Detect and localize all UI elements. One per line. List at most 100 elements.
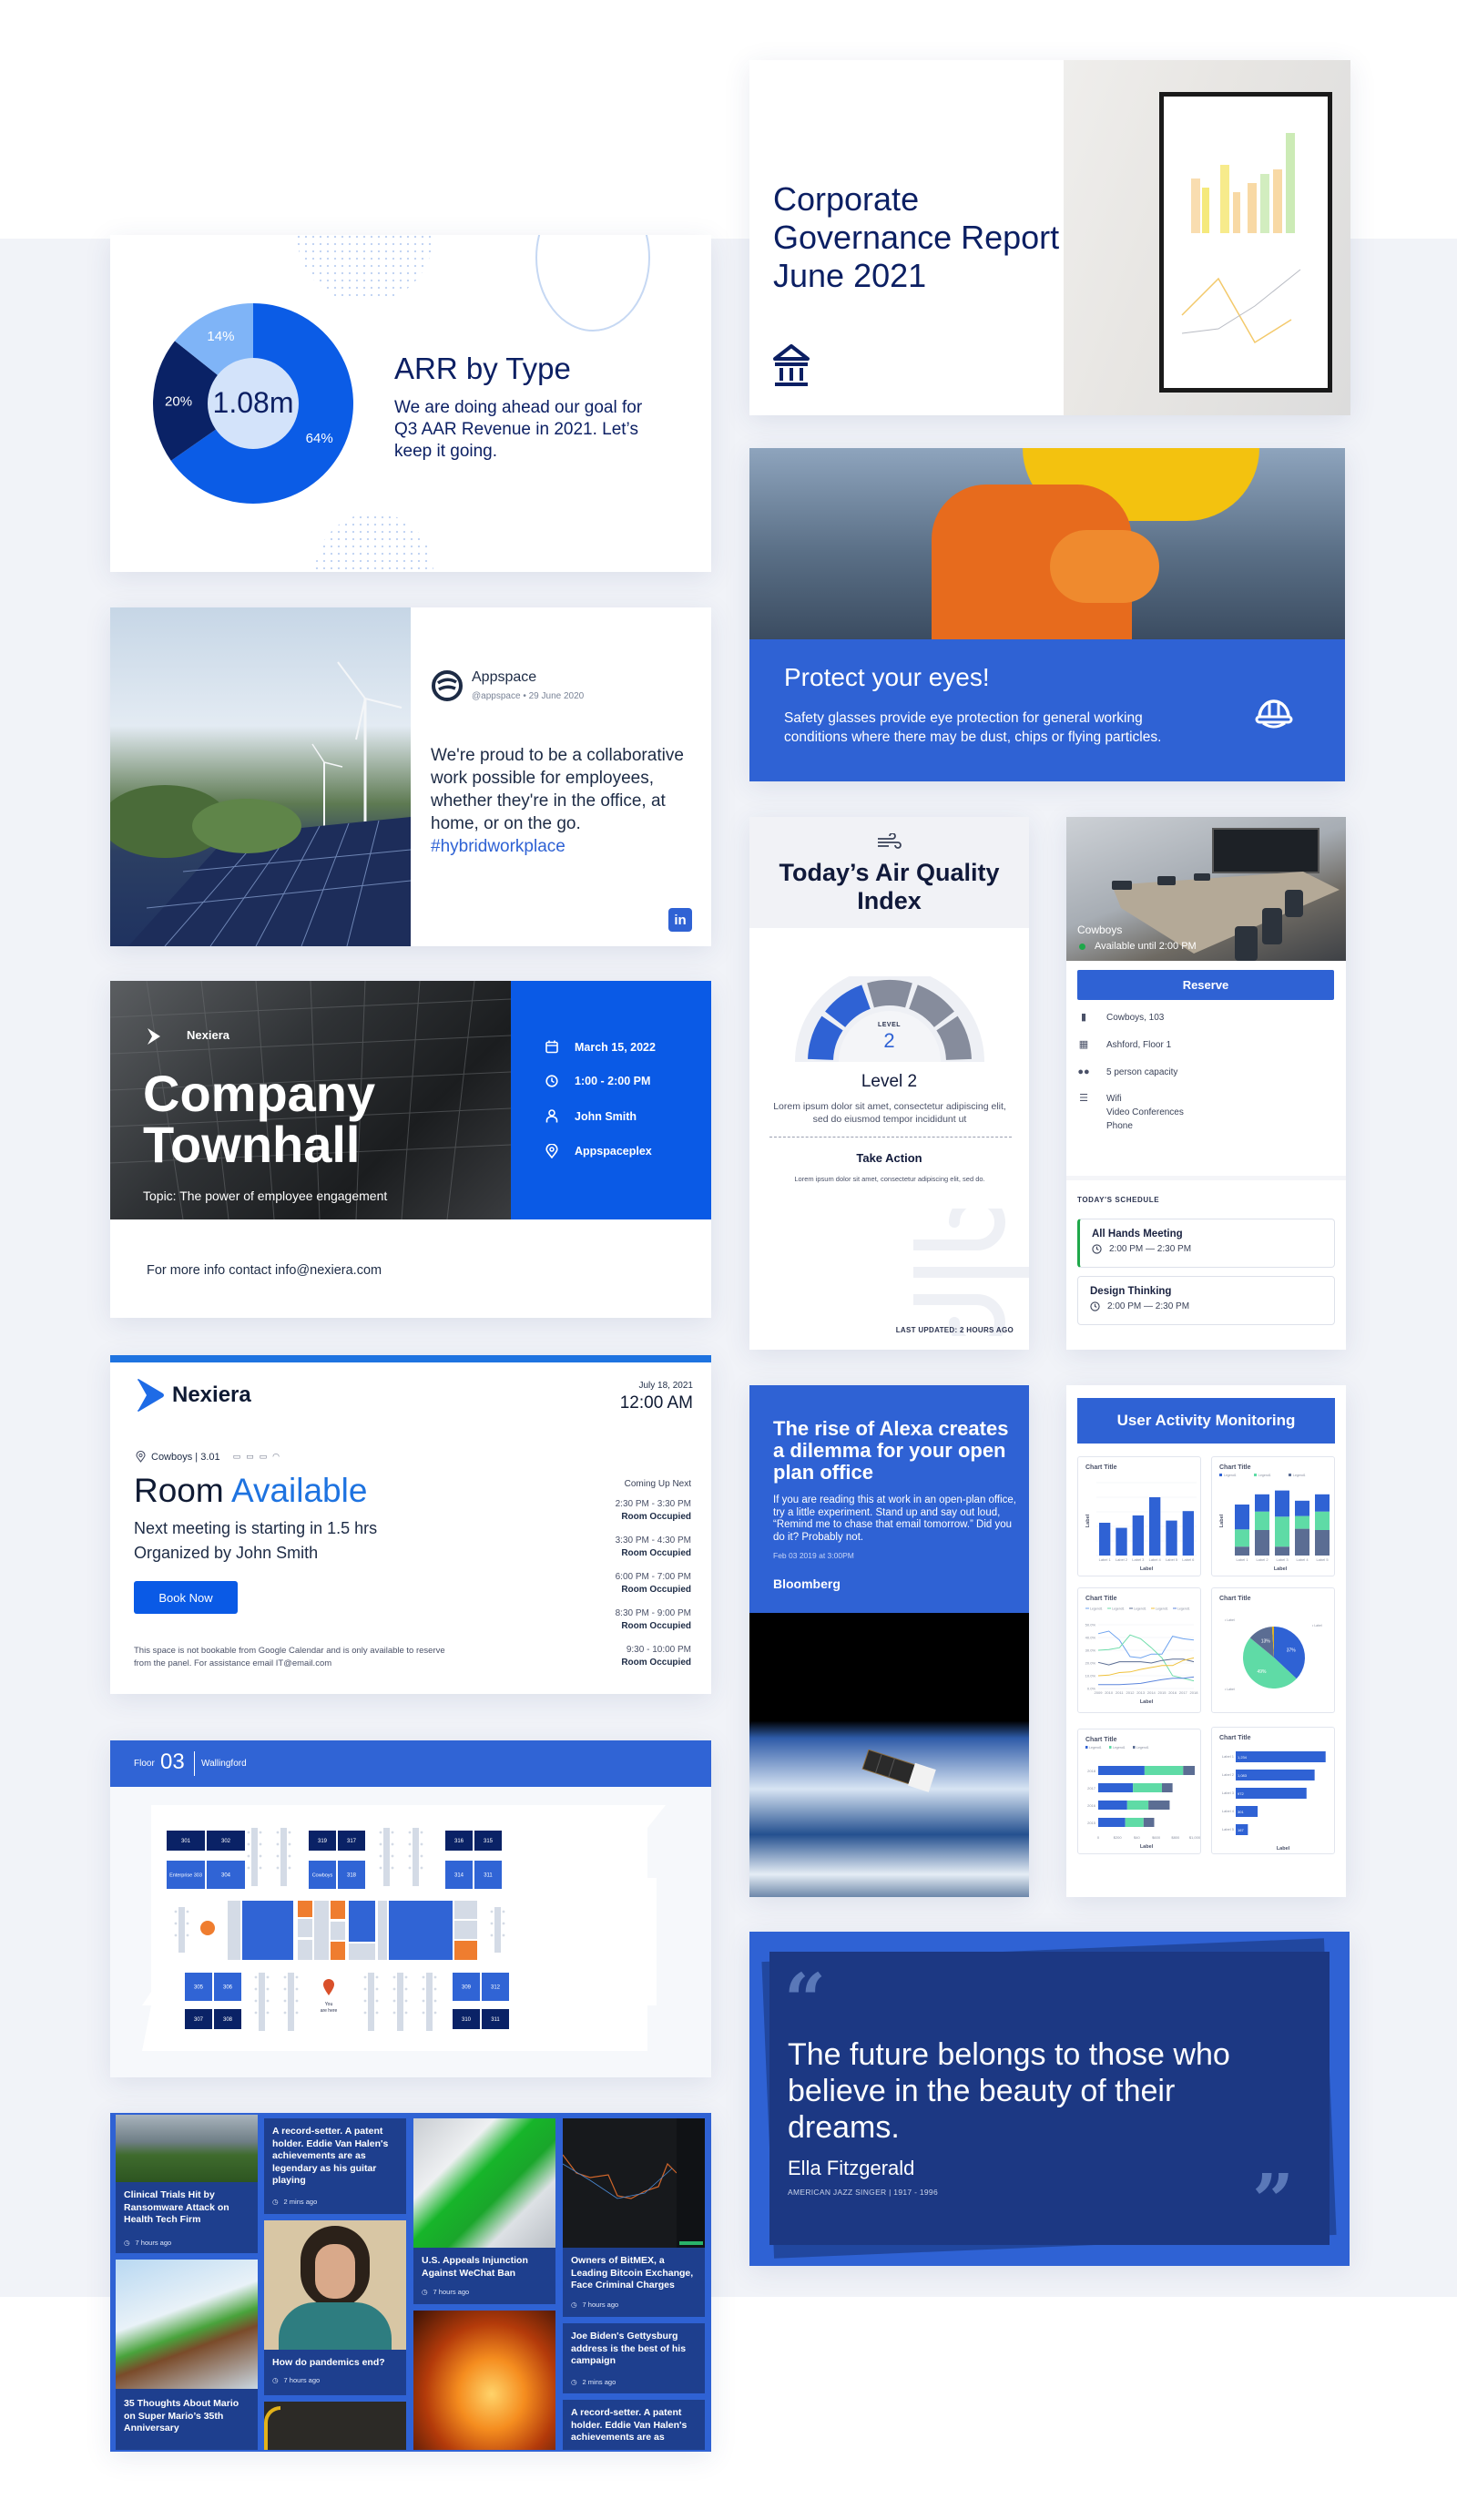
- stacked-bar-segment: [1315, 1530, 1330, 1556]
- schedule-item[interactable]: Design Thinking 2:00 PM — 2:30 PM: [1077, 1276, 1335, 1325]
- room-detail-text: Ashford, Floor 1: [1106, 1040, 1172, 1050]
- chair: [391, 1854, 394, 1858]
- news-time: 2 mins ago: [283, 2198, 318, 2206]
- chair: [283, 1987, 287, 1991]
- safety-message-card: Protect your eyes! Safety glasses provid…: [749, 448, 1345, 781]
- news-image-arch: [264, 2406, 280, 2450]
- news-item[interactable]: Owners of BitMEX, a Leading Bitcoin Exch…: [563, 2118, 705, 2317]
- axis-label: Label: [1085, 1514, 1091, 1527]
- clock-icon: [545, 1075, 558, 1087]
- tick-label: 2009: [1095, 1690, 1104, 1695]
- chair: [391, 1842, 394, 1846]
- room-label: Enterprise 303: [169, 1873, 202, 1879]
- schedule-item[interactable]: All Hands Meeting 2:00 PM — 2:30 PM: [1077, 1219, 1335, 1268]
- news-title: A record-setter. A patent holder. Eddie …: [272, 2126, 389, 2186]
- townhall-event-card: Nexiera Company Townhall Topic: The power…: [110, 981, 711, 1318]
- schedule-item-title: All Hands Meeting: [1092, 1229, 1183, 1240]
- news-item[interactable]: [264, 2402, 406, 2450]
- news-time: 7 hours ago: [283, 2376, 321, 2384]
- book-now-button[interactable]: Book Now: [134, 1581, 238, 1614]
- stacked-bar-segment: [1144, 1766, 1184, 1775]
- bar: [1236, 1770, 1315, 1780]
- axis-label: Label: [1274, 1566, 1288, 1572]
- tick-label: 30.0%: [1085, 1648, 1096, 1653]
- stacked-bar-segment: [1295, 1500, 1309, 1516]
- chair: [363, 1987, 367, 1991]
- news-item[interactable]: How do pandemics end? ◷ 7 hours ago: [264, 2220, 406, 2395]
- event-location-row: Appspaceplex: [545, 1144, 652, 1158]
- coming-up-heading: Coming Up Next: [624, 1479, 691, 1489]
- news-image-wildfire: [413, 2311, 555, 2450]
- news-item[interactable]: U.S. Appeals Injunction Against WeChat B…: [413, 2118, 555, 2304]
- room-label: 315: [484, 1839, 494, 1844]
- reserve-button[interactable]: Reserve: [1077, 970, 1334, 1000]
- event-host: John Smith: [575, 1109, 637, 1123]
- legend-swatch: [1133, 1746, 1136, 1749]
- room-block: [298, 1940, 312, 1960]
- clipboard: [1159, 92, 1332, 393]
- quote-author-role: AMERICAN JAZZ SINGER | 1917 - 1996: [788, 2188, 938, 2197]
- tick-label: Label 1: [1222, 1754, 1235, 1759]
- schedule-item-time: 2:00 PM — 2:30 PM: [1109, 1244, 1192, 1254]
- news-item[interactable]: A record-setter. A patent holder. Eddie …: [563, 2400, 705, 2450]
- news-title: Owners of BitMEX, a Leading Bitcoin Exch…: [571, 2255, 694, 2290]
- chair: [408, 1842, 412, 1846]
- clock-icon: ◷: [272, 2376, 279, 2384]
- stacked-bar-segment: [1161, 1783, 1173, 1792]
- event-time-row: 1:00 - 2:00 PM: [545, 1075, 650, 1087]
- news-feed-card: Clinical Trials Hit by Ransomware Attack…: [110, 2113, 711, 2452]
- tick-label: Label 5: [1316, 1557, 1329, 1562]
- line-series: [1097, 1657, 1195, 1677]
- room-label: 319: [318, 1839, 328, 1844]
- room-block: [349, 1944, 375, 1960]
- candlestick-chart-illustration: [563, 2118, 705, 2248]
- stacked-bar-segment: [1133, 1783, 1162, 1792]
- article-title: The rise of Alexa creates a dilemma for …: [773, 1417, 1009, 1484]
- upcoming-slot: 8:30 PM - 9:00 PM Room Occupied: [616, 1607, 691, 1633]
- news-item[interactable]: Clinical Trials Hit by Ransomware Attack…: [116, 2115, 258, 2253]
- legend-label: Legend1: [1258, 1474, 1271, 1477]
- stacked-bar-segment: [1255, 1530, 1269, 1556]
- stacked-bar-segment: [1315, 1511, 1330, 1530]
- room-label: 314: [454, 1873, 464, 1879]
- amenity-item: Video Conferences: [1106, 1107, 1184, 1117]
- stacked-bar-segment: [1098, 1783, 1134, 1792]
- news-time: 7 hours ago: [582, 2301, 619, 2309]
- arr-description: We are doing ahead our goal for Q3 AAR R…: [394, 398, 643, 461]
- upcoming-slot: 2:30 PM - 3:30 PM Room Occupied: [616, 1498, 691, 1524]
- post-hashtag[interactable]: #hybridworkplace: [431, 837, 565, 856]
- room-amenities-row: ☰ Wifi Video Conferences Phone: [1077, 1092, 1184, 1133]
- news-meta: ◷ 7 hours ago: [422, 2288, 469, 2296]
- account-handle: @appspace: [472, 691, 521, 701]
- room-label: 317: [347, 1839, 357, 1844]
- chair: [276, 1854, 280, 1858]
- news-meta: ◷ 7 hours ago: [571, 2301, 618, 2309]
- chart-panel: Chart Title Label 1 Label 2 Label 3 Label 4L…: [1077, 1456, 1201, 1576]
- quote-text: The future belongs to those who believe …: [788, 2037, 1230, 2145]
- chair: [174, 1922, 178, 1925]
- chair: [266, 2011, 270, 2015]
- account-name: Appspace: [472, 669, 537, 685]
- news-item[interactable]: Joe Biden's Gettysburg address is the be…: [563, 2323, 705, 2393]
- wind-watermark-icon: [913, 1209, 1029, 1336]
- news-item[interactable]: A record-setter. A patent holder. Eddie …: [264, 2118, 406, 2214]
- chair: [408, 1854, 412, 1858]
- quote-author: Ella Fitzgerald: [788, 2157, 915, 2179]
- news-item[interactable]: [413, 2311, 555, 2450]
- news-item[interactable]: 35 Thoughts About Mario on Super Mario’s…: [116, 2260, 258, 2450]
- desk-row: [383, 1828, 390, 1886]
- desk-row: [368, 1973, 374, 2031]
- divider: [769, 1137, 1012, 1138]
- chair: [247, 1854, 250, 1858]
- chair: [375, 1999, 379, 2003]
- chair: [392, 1975, 396, 1979]
- linkedin-icon[interactable]: in: [668, 908, 692, 932]
- stacked-bar-segment: [1098, 1801, 1127, 1810]
- tick-label: Label 1: [1099, 1557, 1112, 1562]
- amenities-icon: ☰: [1079, 1093, 1088, 1104]
- chair: [404, 1975, 408, 1979]
- room-label: 304: [221, 1873, 231, 1879]
- chair: [391, 1831, 394, 1834]
- desk-row: [413, 1828, 419, 1886]
- chair: [276, 1866, 280, 1870]
